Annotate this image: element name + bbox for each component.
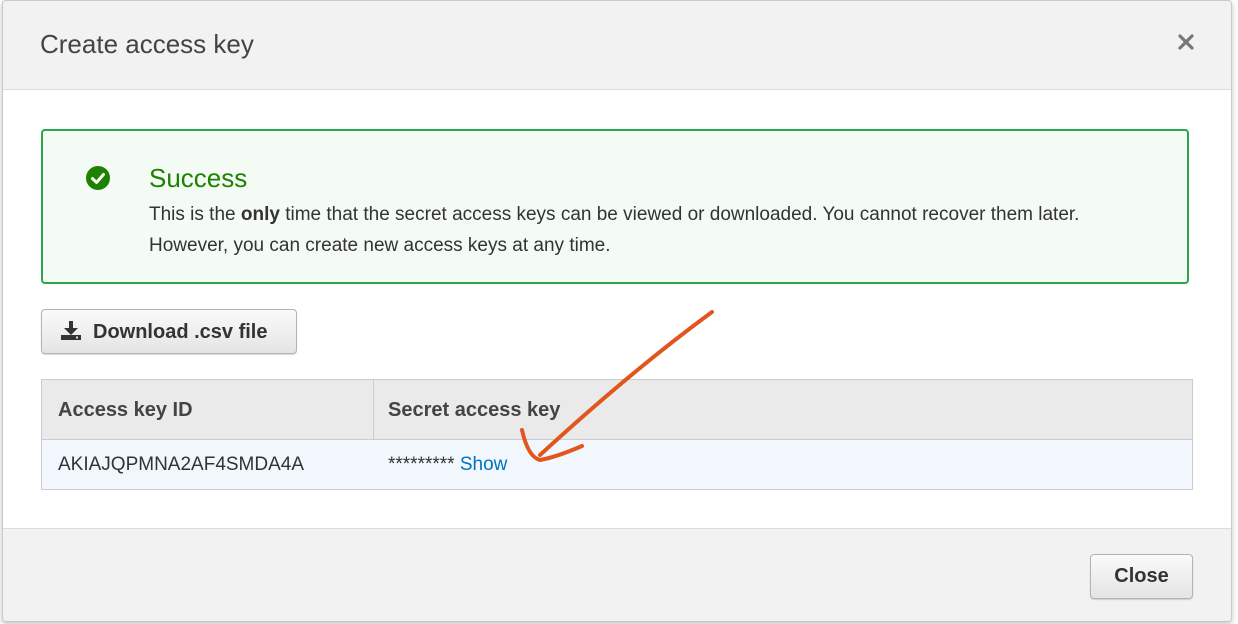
close-button-label: Close [1114, 565, 1169, 587]
secret-key-cell: ********* Show [388, 454, 507, 476]
check-circle-icon [86, 166, 110, 190]
table-row: AKIAJQPMNA2AF4SMDA4A ********* Show [42, 440, 1192, 489]
create-access-key-dialog: Create access key Success This is the on… [2, 0, 1232, 622]
alert-heading: Success [149, 163, 248, 193]
column-header-secret-access-key: Secret access key [388, 399, 561, 421]
column-divider [373, 380, 374, 440]
dialog-title: Create access key [40, 29, 254, 59]
access-key-id-value: AKIAJQPMNA2AF4SMDA4A [58, 454, 305, 475]
alert-message-end: time that the secret access keys can be … [149, 204, 1080, 256]
download-csv-button[interactable]: Download .csv file [41, 309, 297, 354]
alert-message: This is the only time that the secret ac… [149, 199, 1159, 261]
column-header-access-key-id: Access key ID [58, 399, 193, 421]
access-keys-table: Access key ID Secret access key AKIAJQPM… [41, 379, 1193, 490]
close-icon[interactable] [1175, 31, 1197, 53]
download-icon [60, 320, 82, 342]
show-secret-link[interactable]: Show [460, 454, 508, 475]
secret-key-masked: ********* [388, 454, 455, 475]
download-csv-label: Download .csv file [93, 321, 268, 343]
success-alert: Success This is the only time that the s… [41, 129, 1189, 284]
alert-message-start: This is the [149, 204, 241, 225]
dialog-footer: Close [3, 528, 1231, 621]
table-header-row: Access key ID Secret access key [42, 380, 1192, 440]
close-button[interactable]: Close [1090, 554, 1193, 599]
alert-message-emphasis: only [240, 204, 280, 225]
dialog-header: Create access key [3, 1, 1231, 90]
